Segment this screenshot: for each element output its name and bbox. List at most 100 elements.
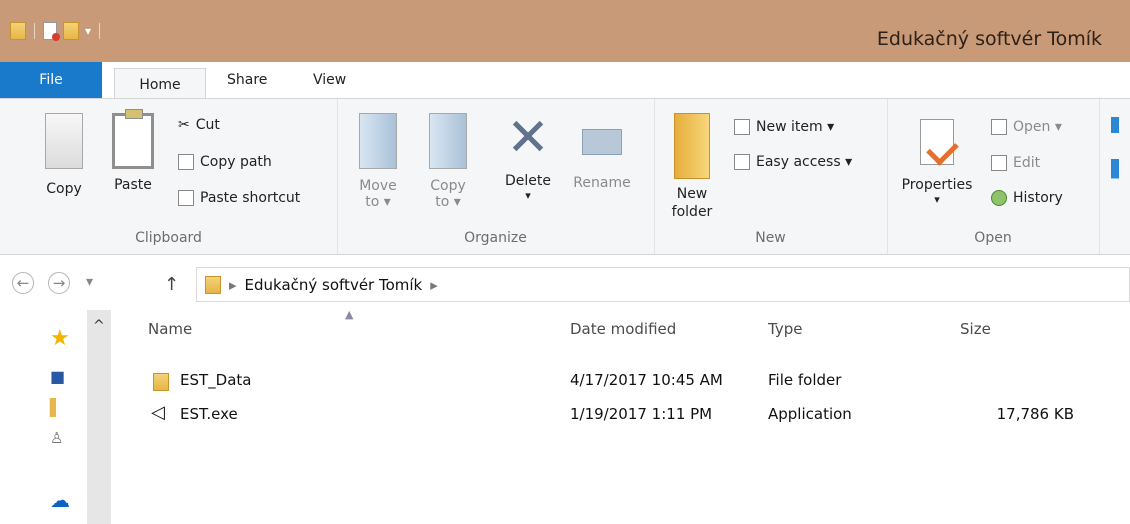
tab-home[interactable]: Home [114,68,206,100]
rename-label: Rename [573,175,631,191]
folder-icon [205,275,221,294]
open-group-label: Open [974,230,1012,246]
open-group: Properties ▾ Open ▾ Edit History Open [887,99,1100,254]
tab-view[interactable]: View [313,72,346,88]
breadcrumb[interactable]: Edukačný softvér Tomík [245,276,423,294]
move-to-icon [359,113,397,169]
favorites-star-icon[interactable]: ★ [50,326,70,351]
network-icon[interactable]: ♙ [50,429,63,447]
onedrive-icon[interactable]: ☁ [50,488,70,512]
paste-button[interactable]: Paste [107,109,159,193]
path-separator[interactable]: ▸ [430,276,438,294]
new-item-button[interactable]: New item ▾ [734,119,834,135]
path-box[interactable]: ▸ Edukačný softvér Tomík ▸ [196,267,1130,302]
paste-shortcut-button[interactable]: Paste shortcut [178,190,300,206]
open-icon [991,119,1007,135]
delete-dropdown-icon[interactable]: ▾ [497,189,559,202]
tab-share[interactable]: Share [227,72,267,88]
divider [34,23,35,39]
open-button[interactable]: Open ▾ [991,119,1062,135]
copy-icon [45,113,83,169]
easy-access-button[interactable]: Easy access ▾ [734,154,852,170]
back-button[interactable]: ← [12,272,34,294]
easy-access-icon [734,154,750,170]
easy-access-label: Easy access ▾ [756,154,853,170]
scroll-up-arrow[interactable]: ^ [93,318,105,334]
file-date: 1/19/2017 1:11 PM [570,405,713,423]
folder-icon [153,373,169,391]
copy-label: Copy [46,181,82,197]
properties-dropdown-icon[interactable]: ▾ [893,193,981,206]
column-type[interactable]: Type [768,320,802,338]
file-name[interactable]: EST_Data [180,371,251,389]
title-bar: ▾ Edukačný softvér Tomík [0,0,1130,62]
paste-icon [112,109,154,169]
properties-label: Properties [901,177,973,193]
organize-group: Move to ▾ Copy to ▾ ✕ Delete ▾ Rename Or… [337,99,655,254]
copy-to-label: Copy to ▾ [430,178,466,210]
copy-path-icon [178,154,194,170]
ribbon-tabs: File Home Share View [0,62,1130,100]
copy-button[interactable]: Copy [39,113,89,197]
delete-label: Delete [505,173,551,189]
recent-locations-dropdown[interactable]: ▾ [86,274,93,290]
tab-file[interactable]: File [0,62,102,98]
table-row[interactable]: EST_Data 4/17/2017 10:45 AM File folder [0,367,1130,395]
copy-path-button[interactable]: Copy path [178,154,272,170]
folder-icon[interactable] [10,22,26,40]
move-to-button[interactable]: Move to ▾ [348,113,408,210]
history-button[interactable]: History [991,190,1063,206]
ribbon: Copy Paste ✂ Cut Copy path Paste shortcut… [0,98,1130,255]
up-button[interactable]: ↑ [164,274,179,295]
column-date-modified[interactable]: Date modified [570,320,676,338]
new-folder-big-icon [674,113,710,179]
file-date: 4/17/2017 10:45 AM [570,371,723,389]
table-row[interactable]: ◁ EST.exe 1/19/2017 1:11 PM Application … [0,401,1130,429]
copy-to-icon [429,113,467,169]
cut-button[interactable]: ✂ Cut [178,117,220,133]
new-item-icon [734,119,750,135]
delete-button[interactable]: ✕ Delete ▾ [497,111,559,202]
edit-button[interactable]: Edit [991,155,1040,171]
delete-x-icon: ✕ [506,108,550,168]
new-folder-button[interactable]: New folder [660,113,724,221]
clipboard-group: Copy Paste ✂ Cut Copy path Paste shortcut… [0,99,338,254]
history-icon [991,190,1007,206]
address-bar: ← → ▾ ↑ ▸ Edukačný softvér Tomík ▸ [0,255,1130,310]
file-type: File folder [768,371,842,389]
properties-icon[interactable] [43,22,60,41]
copy-path-label: Copy path [200,154,272,170]
properties-large-icon [920,119,954,165]
shortcut-icon [178,190,194,206]
new-folder-icon[interactable] [63,22,79,40]
select-icon[interactable] [1111,117,1119,205]
organize-group-label: Organize [464,230,527,246]
path-separator[interactable]: ▸ [229,276,237,294]
forward-button[interactable]: → [48,272,70,294]
edit-label: Edit [1013,155,1041,171]
customize-quick-access-dropdown[interactable]: ▾ [85,24,91,38]
clipboard-group-label: Clipboard [135,230,202,246]
rename-icon [582,129,622,155]
quick-access-toolbar: ▾ [10,22,102,41]
column-name[interactable]: Name [148,320,192,338]
cut-label: Cut [195,117,220,133]
window-title: Edukačný softvér Tomík [876,28,1102,50]
move-to-label: Move to ▾ [359,178,397,210]
open-label: Open ▾ [1013,119,1062,135]
new-group-label: New [755,230,786,246]
file-name[interactable]: EST.exe [180,405,238,423]
column-size[interactable]: Size [960,320,991,338]
rename-button[interactable]: Rename [567,113,637,191]
sort-indicator: ▲ [345,308,354,321]
divider [99,23,101,39]
unity-app-icon: ◁ [151,402,165,423]
properties-button[interactable]: Properties ▾ [893,119,981,206]
edit-pencil-icon [991,155,1007,171]
copy-to-button[interactable]: Copy to ▾ [418,113,478,210]
new-item-label: New item ▾ [756,119,835,135]
paste-label: Paste [114,177,152,193]
new-folder-label: New folder [671,186,713,220]
file-size: 17,786 KB [996,405,1074,423]
new-group: New folder New item ▾ Easy access ▾ New [654,99,888,254]
